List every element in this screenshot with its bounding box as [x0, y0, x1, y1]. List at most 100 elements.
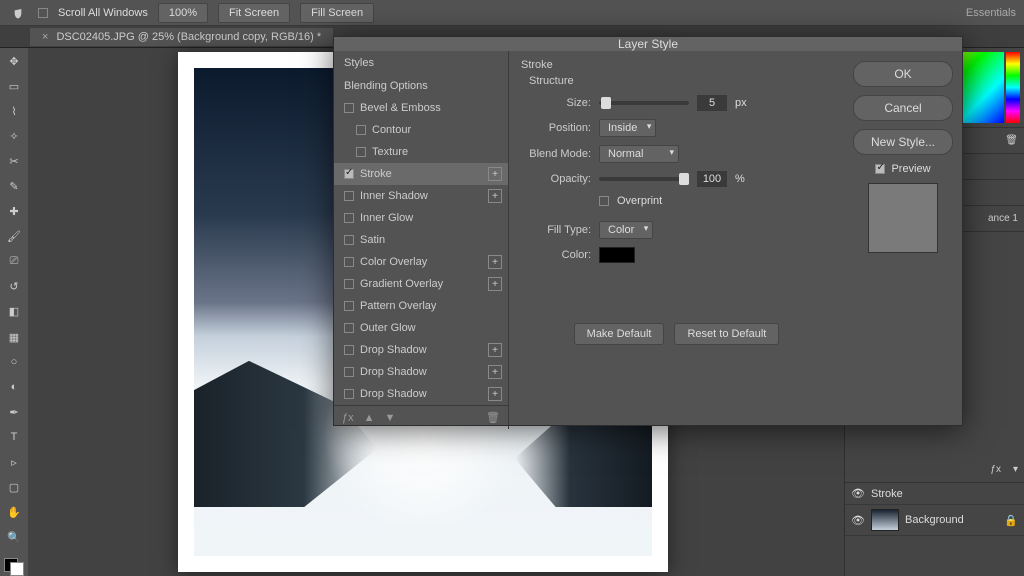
effect-checkbox[interactable] — [344, 389, 354, 399]
visibility-icon[interactable]: 👁 — [851, 487, 865, 500]
marquee-tool-icon[interactable]: ▭ — [4, 77, 24, 95]
trash-icon[interactable]: 🗑 — [486, 411, 500, 424]
style-outer-glow[interactable]: Outer Glow — [334, 317, 508, 339]
add-effect-icon[interactable]: + — [488, 167, 502, 181]
style-pattern-overlay[interactable]: Pattern Overlay — [334, 295, 508, 317]
zoom-tool-icon[interactable]: 🔍 — [4, 529, 24, 547]
effect-checkbox[interactable] — [356, 147, 366, 157]
hand-tool-icon[interactable]: ✋ — [4, 504, 24, 522]
brush-tool-icon[interactable]: 🖌 — [4, 228, 24, 246]
down-icon[interactable]: ▼ — [385, 412, 396, 424]
style-bevel-emboss[interactable]: Bevel & Emboss — [334, 97, 508, 119]
style-drop-shadow[interactable]: Drop Shadow+ — [334, 383, 508, 405]
opacity-input[interactable] — [697, 171, 727, 187]
stamp-tool-icon[interactable]: ⎚ — [4, 253, 24, 271]
effect-checkbox[interactable] — [344, 367, 354, 377]
effect-checkbox[interactable] — [344, 213, 354, 223]
overprint-checkbox[interactable] — [599, 196, 609, 206]
history-brush-icon[interactable]: ↺ — [4, 278, 24, 296]
style-satin[interactable]: Satin — [334, 229, 508, 251]
effect-checkbox[interactable] — [344, 235, 354, 245]
position-dropdown[interactable]: Inside — [599, 119, 656, 137]
trash-icon[interactable]: 🗑 — [1005, 135, 1018, 146]
preview-checkbox[interactable] — [875, 164, 885, 174]
ok-button[interactable]: OK — [853, 61, 953, 87]
heal-tool-icon[interactable]: ✚ — [4, 203, 24, 221]
effect-checkbox[interactable] — [344, 169, 354, 179]
style-stroke[interactable]: Stroke+ — [334, 163, 508, 185]
style-texture[interactable]: Texture — [334, 141, 508, 163]
fx-icon[interactable]: ƒx — [342, 412, 354, 424]
effect-label: Inner Shadow — [360, 190, 428, 202]
gradient-tool-icon[interactable]: ▦ — [4, 328, 24, 346]
style-drop-shadow[interactable]: Drop Shadow + — [334, 361, 508, 383]
size-input[interactable] — [697, 95, 727, 111]
pen-tool-icon[interactable]: ✒ — [4, 403, 24, 421]
effect-label: Contour — [372, 124, 411, 136]
crop-tool-icon[interactable]: ✂ — [4, 152, 24, 170]
reset-default-button[interactable]: Reset to Default — [674, 323, 779, 345]
effect-checkbox[interactable] — [344, 279, 354, 289]
add-effect-icon[interactable]: + — [488, 189, 502, 203]
lock-icon[interactable]: 🔒 — [1004, 514, 1018, 527]
new-style-button[interactable]: New Style... — [853, 129, 953, 155]
effect-checkbox[interactable] — [344, 301, 354, 311]
add-effect-icon[interactable]: + — [488, 387, 502, 401]
zoom-level[interactable]: 100% — [158, 3, 208, 23]
eyedropper-tool-icon[interactable]: ✎ — [4, 177, 24, 195]
scroll-all-label: Scroll All Windows — [58, 7, 148, 19]
move-tool-icon[interactable]: ✥ — [4, 52, 24, 70]
workspace-label[interactable]: Essentials — [966, 7, 1016, 19]
opacity-slider[interactable] — [599, 177, 689, 181]
cancel-button[interactable]: Cancel — [853, 95, 953, 121]
close-tab-icon[interactable]: × — [42, 31, 48, 43]
layer-effect-stroke[interactable]: 👁 Stroke — [845, 483, 1024, 505]
color-swatch[interactable] — [599, 247, 635, 263]
effect-checkbox[interactable] — [344, 257, 354, 267]
up-icon[interactable]: ▲ — [364, 412, 375, 424]
style-gradient-overlay[interactable]: Gradient Overlay+ — [334, 273, 508, 295]
effect-checkbox[interactable] — [344, 345, 354, 355]
make-default-button[interactable]: Make Default — [574, 323, 665, 345]
blur-tool-icon[interactable]: ○ — [4, 353, 24, 371]
fill-screen-button[interactable]: Fill Screen — [300, 3, 374, 23]
eraser-tool-icon[interactable]: ◧ — [4, 303, 24, 321]
effect-checkbox[interactable] — [356, 125, 366, 135]
effect-label: Drop Shadow — [360, 366, 427, 378]
dodge-tool-icon[interactable]: ◐ — [4, 378, 24, 396]
blend-dropdown[interactable]: Normal — [599, 145, 679, 163]
fx-row[interactable]: ƒx▾ — [845, 457, 1024, 483]
effect-label: Texture — [372, 146, 408, 158]
effect-checkbox[interactable] — [344, 323, 354, 333]
style-contour[interactable]: Contour — [334, 119, 508, 141]
style-inner-glow[interactable]: Inner Glow — [334, 207, 508, 229]
add-effect-icon[interactable]: + — [488, 255, 502, 269]
effect-label: Outer Glow — [360, 322, 416, 334]
path-tool-icon[interactable]: ▹ — [4, 454, 24, 472]
document-title: DSC02405.JPG @ 25% (Background copy, RGB… — [56, 31, 321, 43]
effect-label: Color Overlay — [360, 256, 427, 268]
wand-tool-icon[interactable]: ✧ — [4, 127, 24, 145]
size-slider[interactable] — [599, 101, 689, 105]
document-tab[interactable]: × DSC02405.JPG @ 25% (Background copy, R… — [30, 28, 333, 46]
lasso-tool-icon[interactable]: ⌇ — [4, 102, 24, 120]
tools-panel: ✥ ▭ ⌇ ✧ ✂ ✎ ✚ 🖌 ⎚ ↺ ◧ ▦ ○ ◐ ✒ T ▹ ▢ ✋ 🔍 — [0, 48, 28, 576]
shape-tool-icon[interactable]: ▢ — [4, 479, 24, 497]
opacity-unit: % — [735, 173, 745, 185]
type-tool-icon[interactable]: T — [4, 428, 24, 446]
fill-type-dropdown[interactable]: Color — [599, 221, 653, 239]
effect-checkbox[interactable] — [344, 103, 354, 113]
style-inner-shadow[interactable]: Inner Shadow + — [334, 185, 508, 207]
style-color-overlay[interactable]: Color Overlay + — [334, 251, 508, 273]
layer-background[interactable]: 👁 Background 🔒 — [845, 505, 1024, 536]
fit-screen-button[interactable]: Fit Screen — [218, 3, 290, 23]
add-effect-icon[interactable]: + — [488, 343, 502, 357]
scroll-all-checkbox[interactable] — [38, 8, 48, 18]
color-swatches[interactable] — [4, 558, 24, 576]
add-effect-icon[interactable]: + — [488, 277, 502, 291]
blending-options[interactable]: Blending Options — [334, 75, 508, 97]
visibility-icon[interactable]: 👁 — [851, 514, 865, 527]
add-effect-icon[interactable]: + — [488, 365, 502, 379]
style-drop-shadow[interactable]: Drop Shadow+ — [334, 339, 508, 361]
effect-checkbox[interactable] — [344, 191, 354, 201]
